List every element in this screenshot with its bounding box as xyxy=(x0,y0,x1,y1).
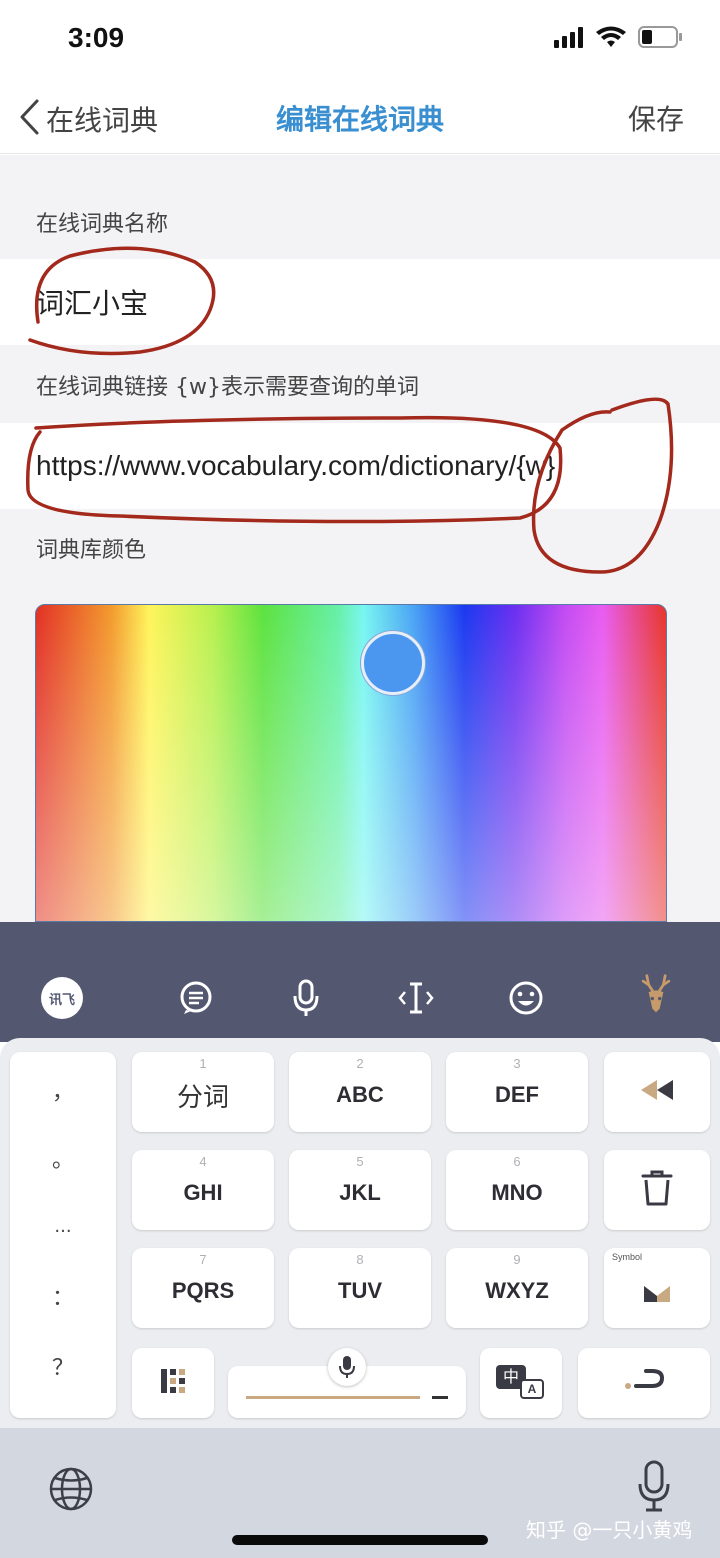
language-switch-button[interactable]: 中 A xyxy=(480,1348,562,1418)
keyboard-toolbar: 讯飞 xyxy=(0,922,720,1042)
status-time: 3:09 xyxy=(68,22,125,53)
name-input[interactable] xyxy=(36,286,686,318)
key-pqrs[interactable]: 7 PQRS xyxy=(132,1248,274,1328)
globe-icon[interactable] xyxy=(48,1466,94,1516)
key-number: 3 xyxy=(513,1056,521,1071)
keypad-mode-button[interactable] xyxy=(132,1348,214,1418)
key-label: WXYZ xyxy=(485,1278,549,1303)
key-label: JKL xyxy=(339,1180,381,1205)
color-section-label: 词典库颜色 xyxy=(0,509,720,586)
language-switch-icon: 中 A xyxy=(496,1365,546,1401)
delete-button[interactable] xyxy=(604,1150,710,1230)
ifly-logo-text: 讯飞 xyxy=(48,992,75,1008)
rewind-button[interactable] xyxy=(604,1052,710,1132)
key-ghi[interactable]: 4 GHI xyxy=(132,1150,274,1230)
key-label: MNO xyxy=(491,1180,543,1205)
dictation-mic-icon[interactable] xyxy=(636,1460,672,1516)
name-section-label: 在线词典名称 xyxy=(0,155,720,259)
color-spectrum-picker[interactable] xyxy=(35,604,667,922)
page-title: 编辑在线词典 xyxy=(275,103,444,136)
space-bar-line xyxy=(246,1396,420,1399)
grid-icon xyxy=(160,1368,186,1398)
key-jkl[interactable]: 5 JKL xyxy=(289,1150,431,1230)
ifly-logo-icon[interactable]: 讯飞 xyxy=(40,976,84,1020)
lang-switch-en: A xyxy=(520,1379,544,1399)
url-section-label: 在线词典链接 {w}表示需要查询的单词 xyxy=(0,345,720,423)
space-mic-icon[interactable] xyxy=(328,1348,366,1386)
symbol-icon xyxy=(642,1282,672,1308)
key-label: ABC xyxy=(336,1082,384,1107)
key-number: 8 xyxy=(356,1252,364,1267)
rewind-icon xyxy=(639,1078,675,1106)
trash-icon xyxy=(640,1169,674,1211)
key-abc[interactable]: 2 ABC xyxy=(289,1052,431,1132)
key-number: 2 xyxy=(356,1056,364,1071)
battery-icon xyxy=(638,25,684,53)
key-def[interactable]: 3 DEF xyxy=(446,1052,588,1132)
key-number: 4 xyxy=(199,1154,207,1169)
status-icons xyxy=(554,26,684,52)
home-indicator xyxy=(232,1535,488,1545)
key-number: 5 xyxy=(356,1154,364,1169)
key-wxyz[interactable]: 9 WXYZ xyxy=(446,1248,588,1328)
chat-bubble-icon[interactable] xyxy=(174,976,218,1020)
return-icon xyxy=(622,1368,666,1398)
space-key[interactable] xyxy=(228,1348,466,1418)
status-bar: 3:09 xyxy=(0,0,720,80)
deer-antler-icon[interactable] xyxy=(634,972,678,1016)
watermark: 知乎 @一只小黄鸡 xyxy=(526,1518,693,1542)
key-label: GHI xyxy=(183,1180,223,1205)
space-bar-dash xyxy=(432,1396,448,1399)
url-field[interactable] xyxy=(0,423,720,509)
nav-bar: 在线词典 编辑在线词典 保存 xyxy=(0,80,720,154)
key-label: DEF xyxy=(495,1082,539,1107)
color-picker-handle[interactable] xyxy=(361,631,425,695)
text-cursor-icon[interactable] xyxy=(394,976,438,1020)
symbol-button[interactable]: Symbol xyxy=(604,1248,710,1328)
save-button[interactable]: 保存 xyxy=(628,98,684,138)
url-input[interactable] xyxy=(36,450,686,482)
key-mno[interactable]: 6 MNO xyxy=(446,1150,588,1230)
key-label: 分词 xyxy=(176,1082,229,1113)
key-number: 9 xyxy=(513,1252,521,1267)
wifi-icon xyxy=(596,26,626,52)
punctuation-column[interactable]: ， 。 ... ： ？ xyxy=(10,1052,116,1418)
key-number: 7 xyxy=(199,1252,207,1267)
symbol-label: Symbol xyxy=(612,1252,643,1262)
key-number: 1 xyxy=(199,1056,207,1071)
color-spectrum-gradient xyxy=(36,605,666,921)
cellular-signal-icon xyxy=(554,26,584,52)
key-fenci[interactable]: 1 分词 xyxy=(132,1052,274,1132)
punct-period[interactable]: 。 xyxy=(10,1142,116,1174)
punct-colon[interactable]: ： xyxy=(10,1280,116,1312)
punct-question[interactable]: ？ xyxy=(10,1350,116,1382)
key-number: 6 xyxy=(513,1154,521,1169)
microphone-icon[interactable] xyxy=(284,976,328,1020)
key-label: PQRS xyxy=(171,1278,235,1303)
punct-ellipsis[interactable]: ... xyxy=(10,1216,116,1237)
name-field[interactable] xyxy=(0,259,720,345)
key-label: TUV xyxy=(338,1278,382,1303)
punct-comma[interactable]: ， xyxy=(10,1074,116,1106)
emoji-icon[interactable] xyxy=(504,976,548,1020)
key-tuv[interactable]: 8 TUV xyxy=(289,1248,431,1328)
return-button[interactable] xyxy=(578,1348,710,1418)
